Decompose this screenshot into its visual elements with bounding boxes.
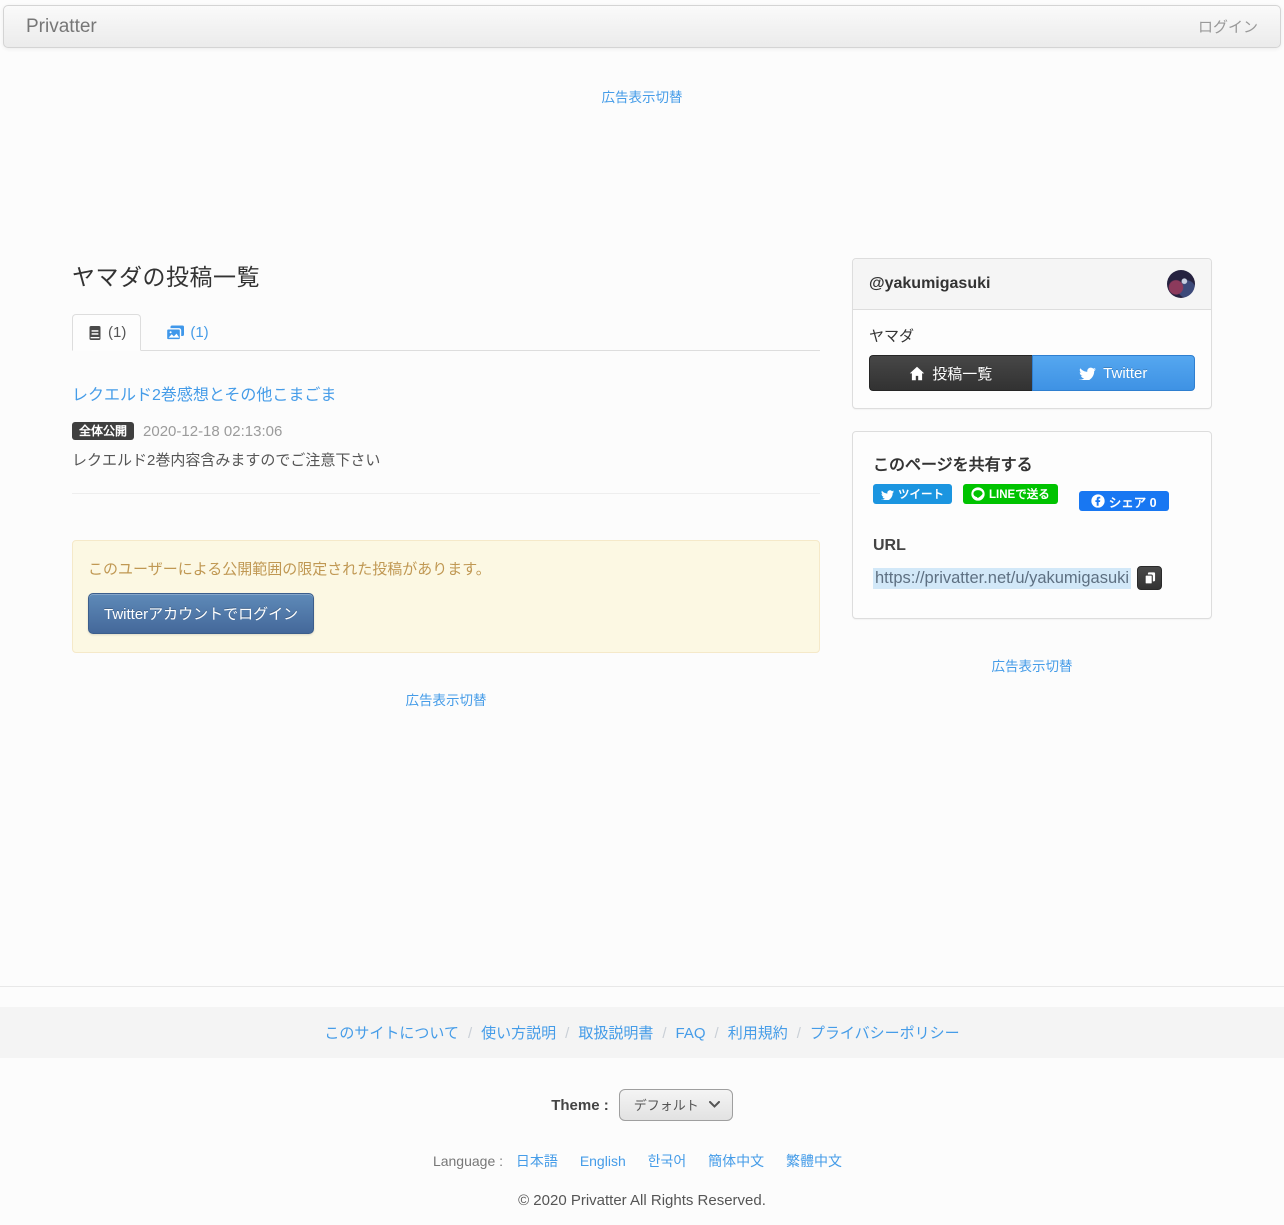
- facebook-icon: [1091, 494, 1105, 508]
- share-buttons-row: ツイート LINEで送る シェア 0: [873, 484, 1191, 511]
- chevron-down-icon: [708, 1101, 720, 1108]
- footer-links: このサイトについて / 使い方説明 / 取扱説明書 / FAQ / 利用規約 / プライバシーポリシ…: [0, 1007, 1284, 1058]
- footer-link-terms[interactable]: 利用規約: [728, 1025, 788, 1042]
- url-row: https://privatter.net/u/yakumigasuki: [873, 566, 1191, 590]
- profile-button-group: 投稿一覧 Twitter: [869, 355, 1195, 391]
- footer-separator: /: [467, 1025, 473, 1042]
- profile-handle: @yakumigasuki: [869, 275, 991, 292]
- language-link-korean[interactable]: 한국어: [648, 1153, 687, 1169]
- twitter-bird-icon: [881, 489, 894, 500]
- sidebar: @yakumigasuki ヤマダ 投稿一覧 Twitter このページを共有す…: [852, 234, 1212, 709]
- language-link-simplified-chinese[interactable]: 簡体中文: [708, 1153, 764, 1169]
- posts-list-button-label: 投稿一覧: [932, 365, 993, 383]
- footer-link-privacy[interactable]: プライバシーポリシー: [810, 1025, 960, 1042]
- line-share-button[interactable]: LINEで送る: [963, 484, 1058, 504]
- tweet-share-button-label: ツイート: [898, 489, 944, 501]
- twitter-profile-button-label: Twitter: [1103, 364, 1148, 382]
- login-link[interactable]: ログイン: [1182, 6, 1274, 47]
- footer-separator: /: [796, 1025, 801, 1042]
- ad-toggle-link-sidebar[interactable]: 広告表示切替: [852, 655, 1212, 675]
- language-link-traditional-chinese[interactable]: 繁體中文: [786, 1153, 842, 1169]
- main-column: ヤマダの投稿一覧 (1) (1) レクエルド2巻感想とその他こまごま 全体公開 …: [72, 234, 820, 709]
- profile-name: ヤマダ: [869, 328, 915, 345]
- footer-separator: /: [662, 1025, 667, 1042]
- profile-panel: @yakumigasuki ヤマダ 投稿一覧 Twitter: [852, 258, 1212, 409]
- footer-separator: /: [714, 1025, 719, 1042]
- post-list-divider: [72, 493, 820, 494]
- profile-panel-header: @yakumigasuki: [853, 259, 1211, 310]
- footer-link-howto[interactable]: 使い方説明: [481, 1025, 556, 1042]
- limited-posts-alert-message: このユーザーによる公開範囲の限定された投稿があります。: [88, 561, 491, 578]
- post-meta: 全体公開 2020-12-18 02:13:06: [72, 422, 820, 440]
- footer-separator: /: [565, 1025, 570, 1042]
- footer-link-about[interactable]: このサイトについて: [324, 1025, 459, 1042]
- copy-url-button[interactable]: [1137, 566, 1163, 590]
- share-panel: このページを共有する ツイート LINEで送る シェア 0 URL https:…: [852, 431, 1212, 619]
- tab-text-posts-count: (1): [108, 324, 127, 341]
- content-container: ヤマダの投稿一覧 (1) (1) レクエルド2巻感想とその他こまごま 全体公開 …: [72, 234, 1212, 709]
- theme-row: Theme : デフォルト: [0, 1089, 1284, 1121]
- theme-label: Theme :: [551, 1096, 609, 1114]
- facebook-share-button[interactable]: シェア 0: [1078, 491, 1169, 511]
- text-posts-icon: [87, 325, 103, 341]
- profile-panel-body: ヤマダ 投稿一覧 Twitter: [853, 310, 1211, 408]
- theme-select-value: デフォルト: [633, 1098, 699, 1113]
- tweet-share-button[interactable]: ツイート: [873, 484, 952, 504]
- ad-toggle-link-top[interactable]: 広告表示切替: [0, 86, 1284, 106]
- limited-posts-alert: このユーザーによる公開範囲の限定された投稿があります。 Twitterアカウント…: [72, 540, 820, 653]
- url-label: URL: [873, 537, 906, 554]
- posts-list-button[interactable]: 投稿一覧: [869, 355, 1032, 391]
- image-posts-icon: [166, 325, 185, 341]
- navbar: Privatter ログイン: [3, 5, 1281, 48]
- language-link-japanese[interactable]: 日本語: [516, 1153, 558, 1169]
- post-description: レクエルド2巻内容含みますのでご注意下さい: [72, 452, 381, 469]
- language-label: Language :: [432, 1153, 504, 1169]
- ad-slot: [0, 106, 1284, 234]
- visibility-badge: 全体公開: [72, 422, 135, 440]
- footer-link-manual[interactable]: 取扱説明書: [578, 1025, 653, 1042]
- avatar[interactable]: [1167, 270, 1195, 298]
- tab-text-posts[interactable]: (1): [72, 314, 142, 351]
- line-icon: [971, 487, 985, 501]
- page-url-text[interactable]: https://privatter.net/u/yakumigasuki: [873, 567, 1132, 589]
- post-title-link[interactable]: レクエルド2巻感想とその他こまごま: [72, 387, 336, 404]
- copyright: © 2020 Privatter All Rights Reserved.: [518, 1192, 766, 1209]
- twitter-bird-icon: [1079, 366, 1097, 380]
- language-row: Language : 日本語 English 한국어 簡体中文 繁體中文: [0, 1151, 1284, 1171]
- brand-logo[interactable]: Privatter: [10, 16, 113, 38]
- post-date: 2020-12-18 02:13:06: [143, 422, 283, 440]
- ad-toggle-link-main[interactable]: 広告表示切替: [72, 689, 820, 709]
- line-share-button-label: LINEで送る: [989, 489, 1050, 501]
- tab-image-posts[interactable]: (1): [151, 314, 223, 351]
- footer-link-faq[interactable]: FAQ: [676, 1025, 706, 1042]
- theme-select[interactable]: デフォルト: [618, 1089, 733, 1121]
- twitter-profile-button[interactable]: Twitter: [1031, 355, 1195, 391]
- home-icon: [909, 366, 925, 381]
- facebook-share-button-label: シェア 0: [1108, 495, 1157, 510]
- twitter-login-button[interactable]: Twitterアカウントでログイン: [88, 593, 315, 634]
- language-link-english[interactable]: English: [580, 1153, 626, 1169]
- tab-image-posts-count: (1): [190, 324, 209, 341]
- tab-bar: (1) (1): [72, 314, 820, 351]
- page-title: ヤマダの投稿一覧: [72, 264, 260, 290]
- footer: このサイトについて / 使い方説明 / 取扱説明書 / FAQ / 利用規約 / プライバシーポリシ…: [0, 986, 1284, 1225]
- post-list-item: レクエルド2巻感想とその他こまごま 全体公開 2020-12-18 02:13:…: [72, 351, 820, 470]
- copy-icon: [1143, 571, 1157, 585]
- share-panel-title: このページを共有する: [873, 457, 1033, 474]
